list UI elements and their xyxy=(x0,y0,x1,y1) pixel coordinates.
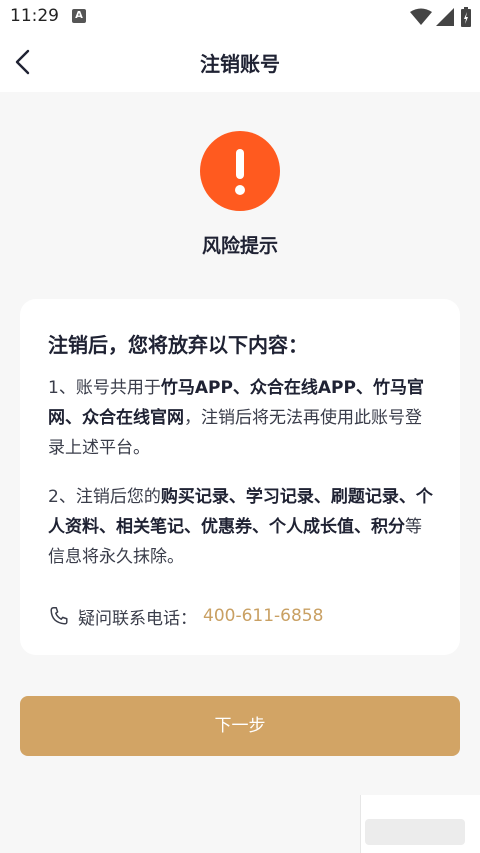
notice-card: 注销后，您将放弃以下内容： 1、账号共用于竹马APP、众合在线APP、竹马官网、… xyxy=(20,299,460,655)
exclamation-icon xyxy=(200,131,280,211)
notice-paragraph-1: 1、账号共用于竹马APP、众合在线APP、竹马官网、众合在线官网，注销后将无法再… xyxy=(48,378,424,458)
notice-paragraph-2: 2、注销后您的购买记录、学习记录、刷题记录、个人资料、相关笔记、优惠券、个人成长… xyxy=(48,487,433,567)
page-title: 注销账号 xyxy=(200,52,280,76)
signal-icon xyxy=(436,8,454,26)
phone-icon xyxy=(50,607,68,625)
contact-phone-number[interactable]: 400-611-6858 xyxy=(203,606,323,626)
battery-icon xyxy=(461,7,471,27)
card-title: 注销后，您将放弃以下内容： xyxy=(48,333,308,357)
app-bar: 注销账号 xyxy=(0,34,480,92)
contact-label: 疑问联系电话： xyxy=(78,608,197,629)
floating-thumbnail[interactable] xyxy=(360,795,480,853)
status-bar: 11:29 A xyxy=(0,0,480,34)
wifi-icon xyxy=(410,8,432,25)
next-step-button[interactable]: 下一步 xyxy=(20,696,460,756)
contact-row[interactable]: 疑问联系电话： 400-611-6858 xyxy=(48,601,323,631)
notification-icon: A xyxy=(72,9,86,23)
status-time: 11:29 xyxy=(10,6,59,26)
risk-title: 风险提示 xyxy=(201,235,278,257)
